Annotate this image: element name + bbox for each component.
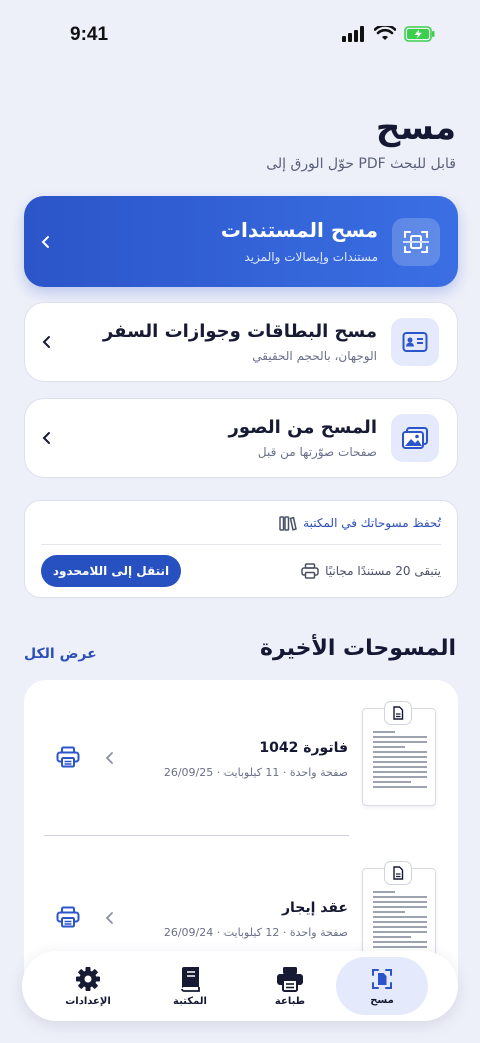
photos-icon-box [391,414,439,462]
library-info-card: تُحفظ مسوحاتك في المكتبة يتبقى 20 مستندً… [24,500,458,598]
scan-meta: 26/09/24 · صفحة واحدة · 12 كيلوبايت [163,926,348,939]
photos-icon [402,427,428,449]
print-icon[interactable] [56,746,80,772]
id-card-icon-box [391,318,439,366]
tab-print-label: طباعة [274,995,306,1007]
recent-scans-title: المسوحات الأخيرة [259,636,456,661]
document-preview-lines [373,891,427,951]
gear-icon [76,966,100,991]
scan-name: عقد إيجار [281,900,348,916]
battery-icon [404,26,435,42]
remaining-docs-text: يتبقى 20 مستندًا مجانيًا [325,564,441,578]
tab-print[interactable]: طباعة [244,957,336,1015]
printer-icon [277,966,303,992]
tab-library[interactable]: المكتبة [144,957,236,1015]
page-title: مسح [375,108,456,148]
divider [41,544,441,545]
bottom-tab-bar: مسح طباعة المكتبة الإعدادات [22,951,458,1021]
scan-id-subtitle: الوجهان، بالحجم الحقيقي [252,349,377,363]
scan-id-title: مسح البطاقات وجوازات السفر [102,321,377,342]
divider [44,835,349,836]
printer-icon [301,563,319,579]
library-note-text: تُحفظ مسوحاتك في المكتبة [303,516,441,530]
document-preview-lines [373,731,427,791]
chevron-left-icon [41,334,53,350]
library-icon [279,516,298,531]
scan-documents-title: مسح المستندات [220,218,378,242]
library-note-row[interactable]: تُحفظ مسوحاتك في المكتبة [279,515,441,531]
scan-meta: 26/09/25 · صفحة واحدة · 11 كيلوبايت [163,766,348,779]
scan-documents-card[interactable]: مسح المستندات مستندات وإيصالات والمزيد [24,196,458,287]
signal-icon [342,26,364,42]
scan-icon [372,968,392,989]
tab-library-label: المكتبة [173,995,207,1007]
scan-name: فاتورة 1042 [259,740,348,756]
scan-document-icon-box [392,217,440,266]
remaining-docs-row: يتبقى 20 مستندًا مجانيًا [301,563,441,579]
upgrade-button[interactable]: انتقل إلى اللامحدود [41,555,181,587]
chevron-left-icon [40,234,52,250]
id-card-icon [402,332,428,352]
tab-scan[interactable]: مسح [336,957,428,1015]
scan-photos-card[interactable]: المسح من الصور صفحات صوّرتها من قبل [24,398,458,478]
scan-id-card[interactable]: مسح البطاقات وجوازات السفر الوجهان، بالح… [24,302,458,382]
recent-scan-item[interactable]: فاتورة 1042 26/09/25 · صفحة واحدة · 11 ك… [24,690,458,820]
print-icon[interactable] [56,906,80,932]
document-badge-icon [384,701,412,725]
document-thumbnail [362,701,436,806]
book-icon [181,966,200,992]
chevron-left-icon [104,750,114,769]
tab-settings[interactable]: الإعدادات [42,957,134,1015]
scan-document-icon [403,230,429,253]
status-time: 9:41 [70,24,109,45]
scan-photos-title: المسح من الصور [228,417,377,438]
page-subtitle: حوّل الورق إلى PDF قابل للبحث [266,156,456,172]
wifi-icon [374,26,396,40]
document-badge-icon [384,861,412,885]
chevron-left-icon [41,430,53,446]
scan-documents-subtitle: مستندات وإيصالات والمزيد [244,250,378,264]
tab-scan-label: مسح [370,994,394,1006]
tab-settings-label: الإعدادات [65,995,111,1007]
status-bar: 9:41 [0,0,480,70]
view-all-link[interactable]: عرض الكل [24,646,97,662]
scan-photos-subtitle: صفحات صوّرتها من قبل [257,445,377,459]
status-icons [342,26,436,42]
chevron-left-icon [104,910,114,929]
